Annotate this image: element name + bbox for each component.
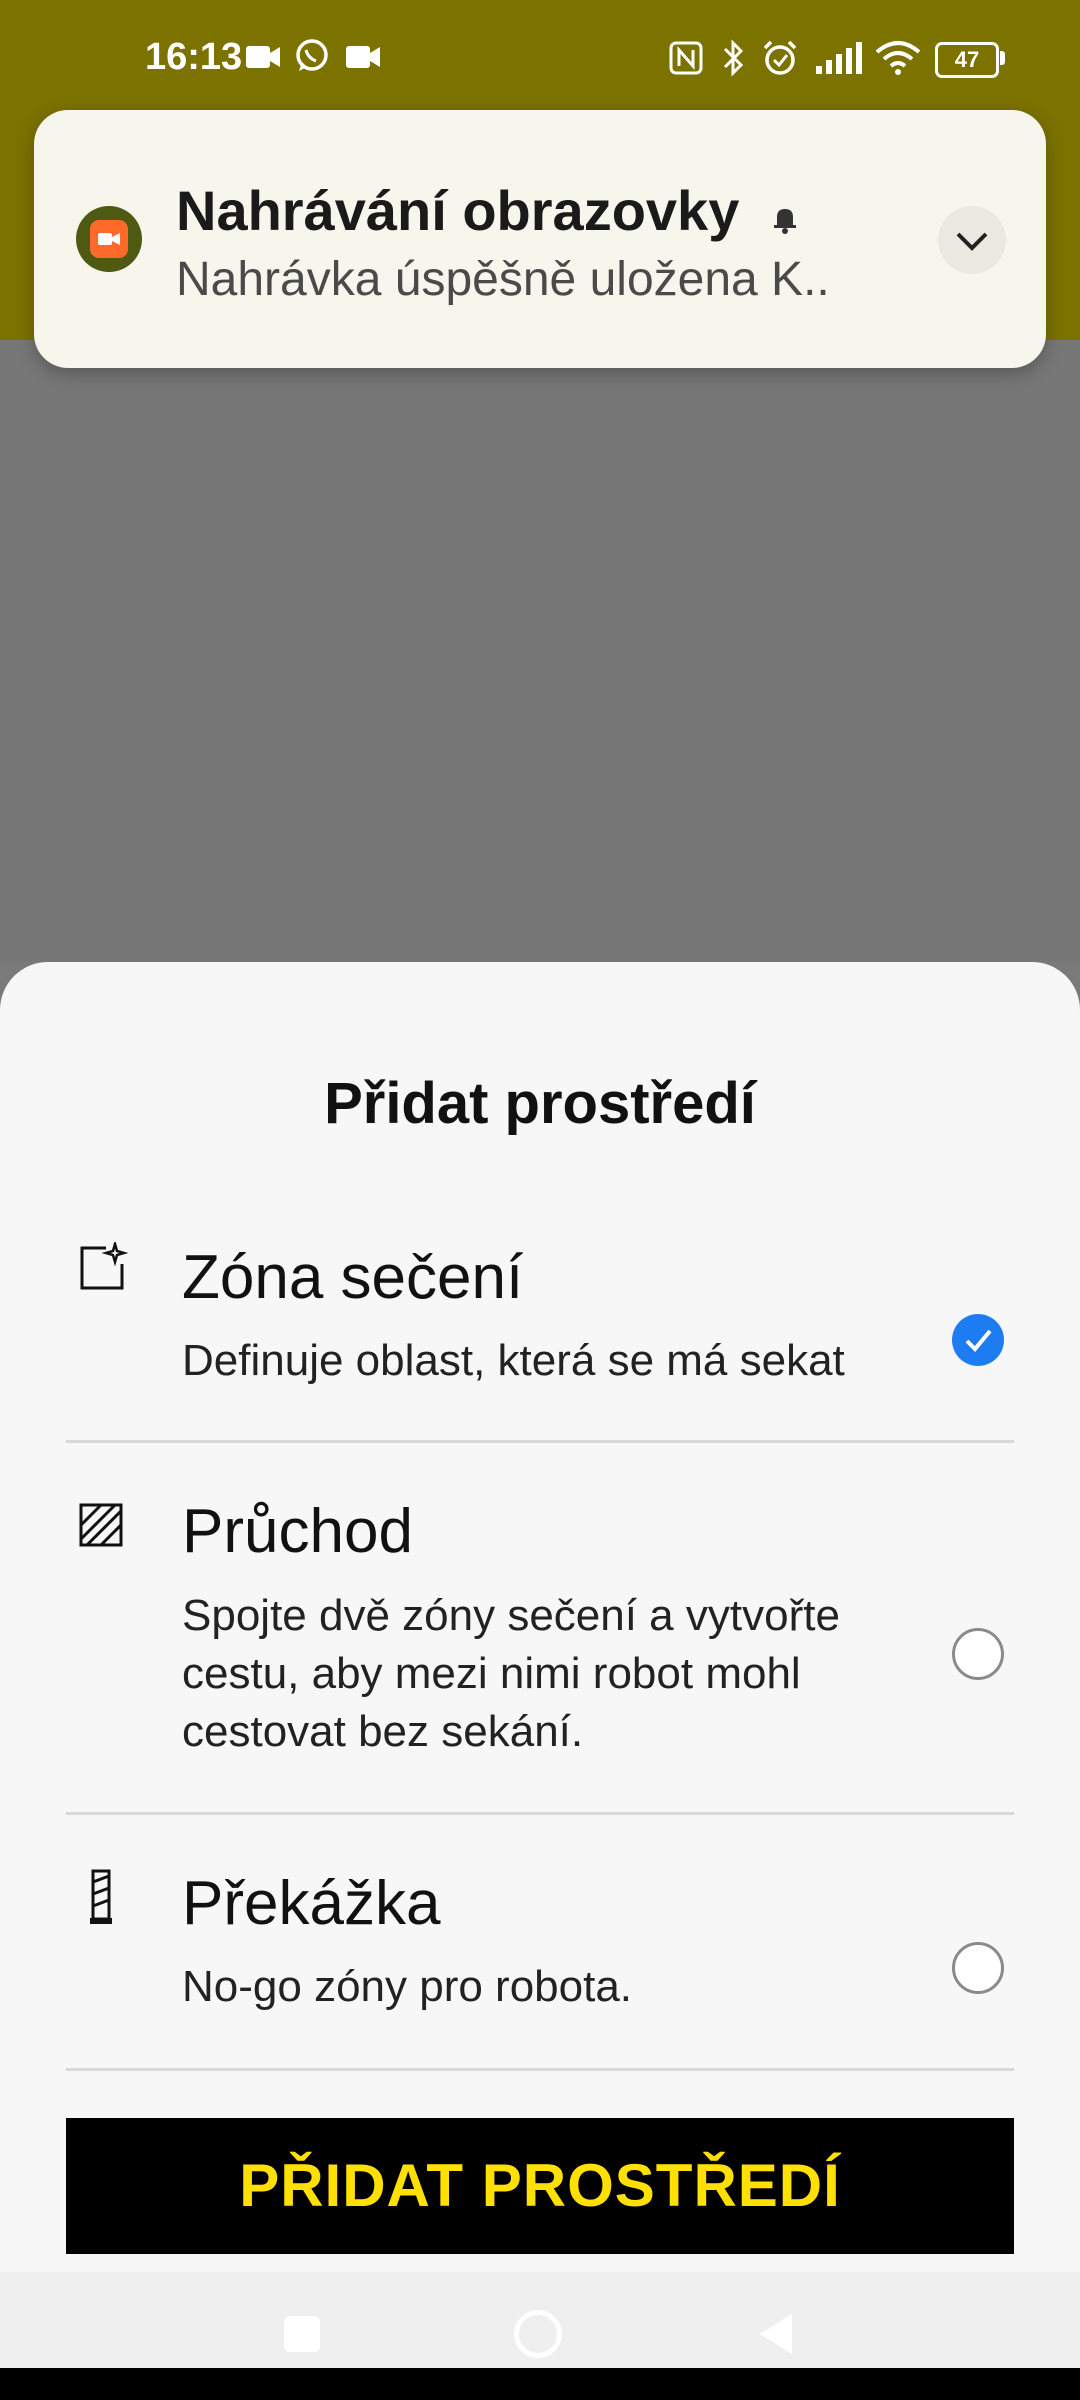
add-environment-sheet: Přidat prostředí Zóna sečení Definuje ob… (0, 962, 1080, 2272)
battery-tip (1000, 51, 1005, 65)
alarm-icon (763, 40, 797, 75)
option-description: No-go zóny pro robota. (182, 1962, 633, 2011)
home-button[interactable] (514, 2310, 562, 2358)
expand-notification-button[interactable] (938, 206, 1006, 274)
status-time: 16:13 (145, 36, 243, 78)
whatsapp-icon (296, 39, 328, 71)
nfc-icon (669, 41, 703, 75)
divider (66, 1440, 1014, 1443)
video-camera-icon (246, 46, 280, 68)
status-bar: 16:13 47 (0, 0, 1080, 120)
divider (66, 2068, 1014, 2071)
signal-icon (816, 42, 862, 74)
option-title: Zóna sečení (182, 1243, 524, 1312)
bottom-edge (0, 2368, 1080, 2400)
notification-title: Nahrávání obrazovky (176, 179, 740, 242)
notification-text: Nahrávka úspěšně uložena K.. (176, 253, 830, 306)
screen-recording-notification[interactable]: Nahrávání obrazovky Nahrávka úspěšně ulo… (34, 110, 1046, 368)
bluetooth-icon (723, 39, 744, 77)
bell-icon (774, 209, 796, 234)
divider (66, 1812, 1014, 1815)
option-title: Průchod (182, 1497, 413, 1566)
video-camera-icon (346, 46, 380, 68)
wifi-icon (875, 41, 921, 75)
option-description: Spojte dvě zóny sečení a vytvořte cestu,… (182, 1591, 840, 1756)
obstacle-icon (90, 1869, 112, 1924)
sheet-title: Přidat prostředí (324, 1071, 756, 1136)
selected-radio[interactable] (952, 1314, 1004, 1366)
back-button[interactable] (756, 2312, 796, 2356)
recents-button[interactable] (284, 2316, 320, 2352)
passage-icon (79, 1503, 123, 1547)
chevron-down-icon (956, 232, 988, 251)
checkmark-icon (965, 1329, 992, 1352)
dimmed-background (0, 340, 1080, 962)
unselected-radio[interactable] (952, 1942, 1004, 1994)
screen-recorder-app-icon (76, 206, 142, 272)
camera-glyph-icon (98, 233, 120, 245)
option-title: Překážka (182, 1869, 441, 1938)
battery-indicator: 47 (935, 42, 999, 78)
add-environment-button[interactable]: PŘIDAT PROSTŘEDÍ (66, 2118, 1014, 2254)
unselected-radio[interactable] (952, 1628, 1004, 1680)
mowing-zone-icon (80, 1242, 128, 1290)
option-description: Definuje oblast, která se má sekat (182, 1336, 845, 1385)
